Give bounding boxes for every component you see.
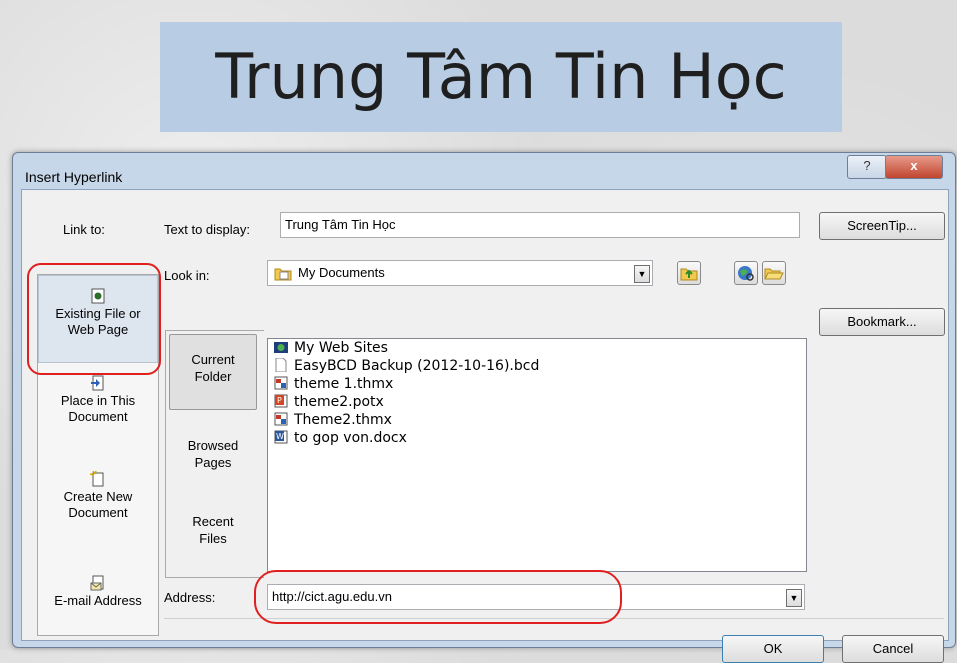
tab-browsed-pages[interactable]: Browsed Pages bbox=[166, 423, 260, 503]
link-to-item-label: Create New bbox=[63, 489, 133, 504]
folder-icon bbox=[274, 268, 292, 281]
screentip-button[interactable]: ScreenTip... bbox=[819, 212, 945, 240]
link-to-item-label: Place in This bbox=[60, 393, 136, 408]
list-item[interactable]: My Web Sites bbox=[274, 340, 388, 357]
new-document-icon bbox=[90, 471, 104, 487]
slide-title: Trung Tâm Tin Học bbox=[160, 22, 842, 132]
svg-text:W: W bbox=[276, 432, 284, 441]
link-to-item-label: Document bbox=[68, 409, 128, 424]
browse-file-button[interactable] bbox=[762, 261, 786, 285]
tab-current-folder[interactable]: Current Folder bbox=[169, 334, 257, 410]
file-name: to gop von.docx bbox=[294, 430, 407, 446]
chevron-down-icon[interactable]: ▼ bbox=[786, 589, 802, 607]
bookmark-button[interactable]: Bookmark... bbox=[819, 308, 945, 336]
look-in-value: My Documents bbox=[298, 265, 385, 280]
file-name: My Web Sites bbox=[294, 340, 388, 356]
tab-recent-files[interactable]: Recent Files bbox=[166, 499, 260, 579]
link-to-label: Link to: bbox=[63, 222, 105, 237]
tab-label: Recent bbox=[192, 514, 234, 529]
insert-hyperlink-dialog: Insert Hyperlink ? x Link to: Text to di… bbox=[12, 152, 956, 663]
file-list[interactable]: My Web Sites EasyBCD Backup (2012-10-16)… bbox=[267, 338, 807, 572]
file-name: EasyBCD Backup (2012-10-16).bcd bbox=[294, 358, 540, 374]
cancel-button[interactable]: Cancel bbox=[842, 635, 944, 663]
list-item[interactable]: Wto gop von.docx bbox=[274, 430, 407, 447]
close-button[interactable]: x bbox=[885, 155, 943, 179]
theme-file-icon bbox=[274, 376, 288, 390]
theme-file-icon bbox=[274, 412, 288, 426]
highlight-oval bbox=[254, 570, 622, 624]
tab-label: Current bbox=[191, 352, 235, 367]
word-file-icon: W bbox=[274, 430, 288, 444]
text-to-display-input[interactable]: Trung Tâm Tin Học bbox=[280, 212, 800, 238]
open-folder-icon bbox=[764, 268, 784, 280]
list-item[interactable]: theme 1.thmx bbox=[274, 376, 393, 393]
place-in-doc-icon bbox=[91, 375, 104, 391]
tab-label: Pages bbox=[194, 455, 232, 470]
file-name: theme 1.thmx bbox=[294, 376, 394, 392]
dialog-titlebar: Insert Hyperlink ? x bbox=[13, 153, 955, 189]
help-button[interactable]: ? bbox=[847, 155, 887, 179]
powerpoint-file-icon: P bbox=[274, 394, 288, 408]
chevron-down-icon[interactable]: ▼ bbox=[634, 265, 650, 283]
blank-file-icon bbox=[275, 358, 287, 372]
text-to-display-label: Text to display: bbox=[164, 222, 250, 237]
ok-button[interactable]: OK bbox=[722, 635, 824, 663]
list-item[interactable]: Ptheme2.potx bbox=[274, 394, 384, 411]
list-item[interactable]: Theme2.thmx bbox=[274, 412, 392, 429]
address-label: Address: bbox=[164, 590, 216, 605]
dialog-client-area: Link to: Text to display: Trung Tâm Tin … bbox=[21, 189, 949, 663]
browse-web-button[interactable] bbox=[734, 261, 758, 285]
tab-label: Folder bbox=[194, 369, 232, 384]
list-item[interactable]: EasyBCD Backup (2012-10-16).bcd bbox=[274, 358, 539, 375]
highlight-oval bbox=[27, 263, 161, 375]
svg-text:P: P bbox=[277, 396, 282, 405]
tab-label: Browsed bbox=[187, 438, 239, 453]
file-name: Theme2.thmx bbox=[294, 412, 392, 428]
up-one-folder-button[interactable] bbox=[677, 261, 701, 285]
look-in-combobox[interactable]: My Documents ▼ bbox=[267, 260, 653, 286]
up-folder-icon bbox=[680, 268, 698, 281]
browse-web-icon bbox=[738, 266, 754, 281]
link-to-create-new-document[interactable]: Create New Document bbox=[38, 471, 158, 551]
link-to-item-label: Document bbox=[68, 505, 128, 520]
email-icon bbox=[90, 575, 104, 591]
link-to-email-address[interactable]: E-mail Address bbox=[38, 575, 158, 627]
dialog-title: Insert Hyperlink bbox=[25, 169, 123, 185]
file-name: theme2.potx bbox=[294, 394, 384, 410]
web-folder-icon bbox=[274, 342, 288, 353]
look-in-label: Look in: bbox=[164, 268, 210, 283]
browse-options-panel: Current Folder Browsed Pages Recent File… bbox=[165, 330, 264, 578]
tab-label: Files bbox=[199, 531, 227, 546]
link-to-item-label: E-mail Address bbox=[54, 593, 142, 608]
link-to-place-in-document[interactable]: Place in This Document bbox=[38, 375, 158, 455]
